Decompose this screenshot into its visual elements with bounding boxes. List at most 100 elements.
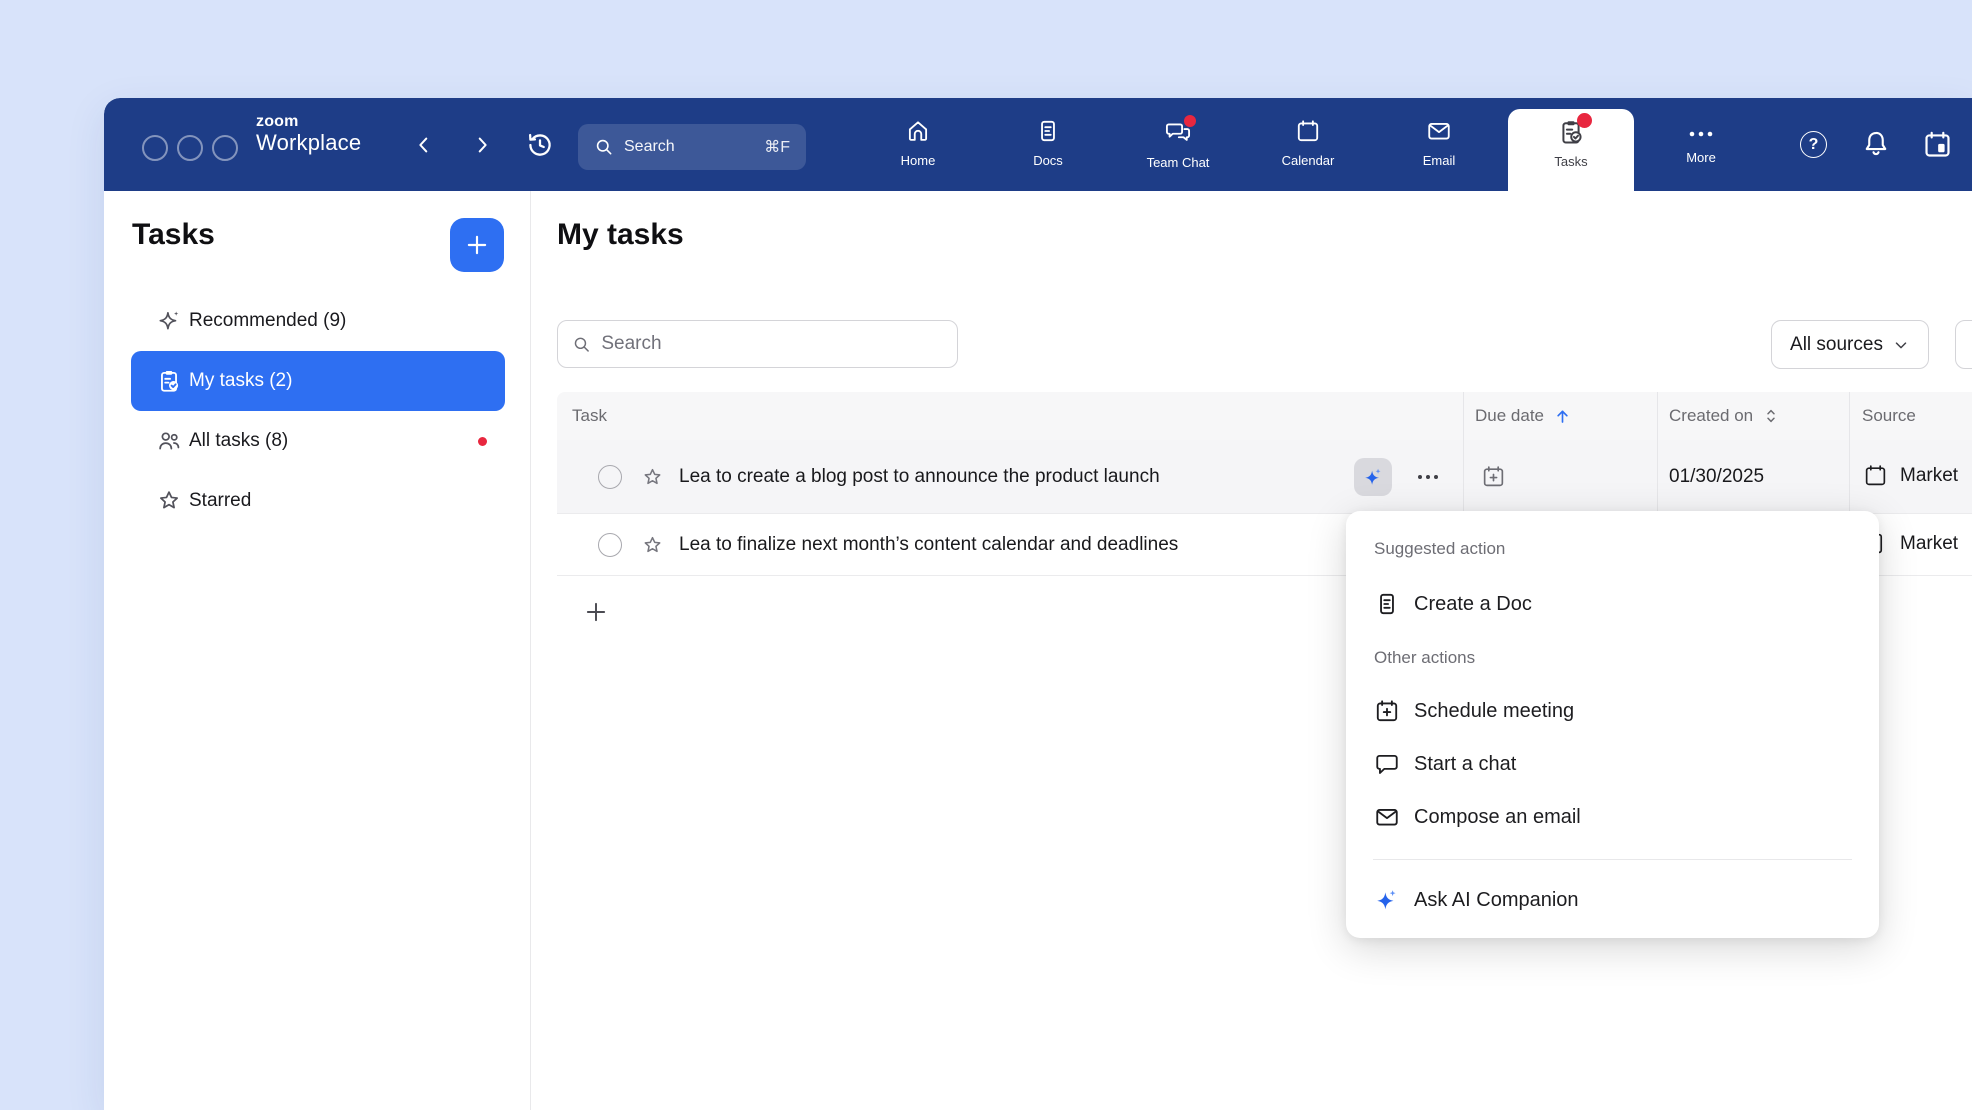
history-button[interactable] (524, 129, 556, 161)
sidebar-item-all-tasks[interactable]: All tasks (8) (131, 411, 505, 471)
nav-label: Docs (993, 153, 1103, 168)
add-new-task-button[interactable] (582, 598, 610, 626)
plus-icon (464, 232, 490, 258)
column-header-task[interactable]: Task (572, 392, 607, 440)
tasks-sidebar: Tasks Recommended (9) (104, 191, 531, 1110)
menu-item-start-chat[interactable]: Start a chat (1374, 742, 1851, 786)
clipboard-check-icon (156, 368, 182, 394)
sidebar-item-label: Recommended (9) (189, 310, 346, 332)
task-search-box[interactable] (557, 320, 958, 368)
main-content: My tasks All sources Task Due date (531, 191, 1972, 1110)
add-task-button[interactable] (450, 218, 504, 272)
logo-zoom-text: zoom (256, 113, 361, 131)
nav-item-home[interactable]: Home (863, 118, 973, 168)
source-label: Market (1900, 533, 1958, 555)
nav-label: Tasks (1508, 154, 1634, 169)
nav-label: Email (1384, 153, 1494, 168)
all-tasks-badge (478, 437, 487, 446)
calendar-plus-icon (1481, 464, 1506, 489)
nav-item-tasks-active-tab[interactable]: Tasks (1508, 109, 1634, 191)
column-header-created-on[interactable]: Created on (1669, 392, 1780, 440)
back-button[interactable] (409, 130, 439, 160)
menu-item-compose-email[interactable]: Compose an email (1374, 795, 1851, 839)
task-title[interactable]: Lea to finalize next month’s content cal… (679, 534, 1178, 556)
app-window: zoom Workplace Search ⌘F Home (104, 98, 1972, 1110)
nav-label: Team Chat (1123, 155, 1233, 170)
nav-item-calendar[interactable]: Calendar (1253, 118, 1363, 168)
notifications-button[interactable] (1861, 129, 1891, 164)
window-zoom-button[interactable] (212, 135, 238, 161)
team-chat-badge (1184, 115, 1196, 127)
chevron-down-icon (1892, 336, 1910, 354)
task-search-input[interactable] (601, 333, 943, 355)
clipped-filter-button[interactable] (1955, 320, 1972, 369)
help-button[interactable]: ? (1800, 131, 1827, 158)
nav-label: More (1646, 150, 1756, 165)
envelope-icon (1374, 804, 1400, 830)
ai-sparkle-icon (1362, 466, 1384, 488)
star-icon (156, 488, 182, 514)
column-header-source[interactable]: Source (1862, 392, 1916, 440)
sidebar-title: Tasks (132, 218, 215, 252)
top-navbar: zoom Workplace Search ⌘F Home (104, 98, 1972, 191)
sidebar-item-my-tasks[interactable]: My tasks (2) (131, 351, 505, 411)
calendar-plus-icon (1374, 698, 1400, 724)
ai-companion-action-button[interactable] (1354, 458, 1392, 496)
sidebar-item-recommended[interactable]: Recommended (9) (131, 291, 505, 351)
nav-item-team-chat[interactable]: Team Chat (1123, 118, 1233, 170)
nav-item-email[interactable]: Email (1384, 118, 1494, 168)
chat-bubble-icon (1374, 751, 1400, 777)
sidebar-item-label: Starred (189, 490, 251, 512)
column-label: Source (1862, 406, 1916, 426)
tasks-badge (1577, 113, 1592, 128)
logo-workplace-text: Workplace (256, 131, 361, 155)
task-checkbox[interactable] (598, 533, 622, 557)
new-meeting-icon (1922, 129, 1953, 160)
menu-item-schedule-meeting[interactable]: Schedule meeting (1374, 689, 1851, 733)
global-search[interactable]: Search ⌘F (578, 124, 806, 170)
menu-item-ask-ai-companion[interactable]: Ask AI Companion (1374, 878, 1851, 922)
task-title[interactable]: Lea to create a blog post to announce th… (679, 466, 1160, 488)
sidebar-item-label: All tasks (8) (189, 430, 288, 452)
ai-sparkle-icon (1374, 887, 1400, 913)
row-more-actions-button[interactable] (1415, 472, 1441, 482)
calendar-icon (1863, 463, 1888, 488)
forward-button[interactable] (467, 130, 497, 160)
sources-filter-dropdown[interactable]: All sources (1771, 320, 1929, 369)
history-clock-icon (524, 129, 556, 161)
new-meeting-button[interactable] (1922, 129, 1953, 165)
popup-divider (1373, 859, 1852, 860)
star-toggle[interactable] (641, 466, 664, 489)
calendar-icon (1295, 118, 1321, 144)
window-close-button[interactable] (142, 135, 168, 161)
star-icon (641, 534, 664, 557)
popup-section-label: Suggested action (1374, 539, 1505, 559)
nav-label: Home (863, 153, 973, 168)
page-title: My tasks (557, 218, 684, 252)
source-cell: Market (1863, 463, 1958, 488)
search-icon (572, 334, 591, 355)
star-toggle[interactable] (641, 534, 664, 557)
help-icon: ? (1800, 131, 1827, 158)
sidebar-item-label: My tasks (2) (189, 370, 292, 392)
menu-item-create-doc[interactable]: Create a Doc (1374, 582, 1851, 626)
table-row[interactable]: Lea to create a blog post to announce th… (557, 440, 1972, 514)
menu-item-label: Ask AI Companion (1414, 889, 1579, 912)
menu-item-label: Start a chat (1414, 753, 1516, 776)
task-checkbox[interactable] (598, 465, 622, 489)
sidebar-item-starred[interactable]: Starred (131, 471, 505, 531)
plus-icon (583, 599, 609, 625)
menu-item-label: Create a Doc (1414, 593, 1532, 616)
more-dots-icon (1688, 128, 1714, 140)
column-label: Due date (1475, 406, 1544, 426)
column-label: Created on (1669, 406, 1753, 426)
add-due-date-button[interactable] (1481, 464, 1506, 489)
sparkle-icon (156, 308, 182, 334)
window-minimize-button[interactable] (177, 135, 203, 161)
popup-section-label: Other actions (1374, 648, 1475, 668)
created-on-cell: 01/30/2025 (1669, 466, 1764, 488)
nav-item-more[interactable]: More (1646, 118, 1756, 165)
column-header-due-date[interactable]: Due date (1475, 392, 1572, 440)
column-label: Task (572, 406, 607, 426)
nav-item-docs[interactable]: Docs (993, 118, 1103, 168)
